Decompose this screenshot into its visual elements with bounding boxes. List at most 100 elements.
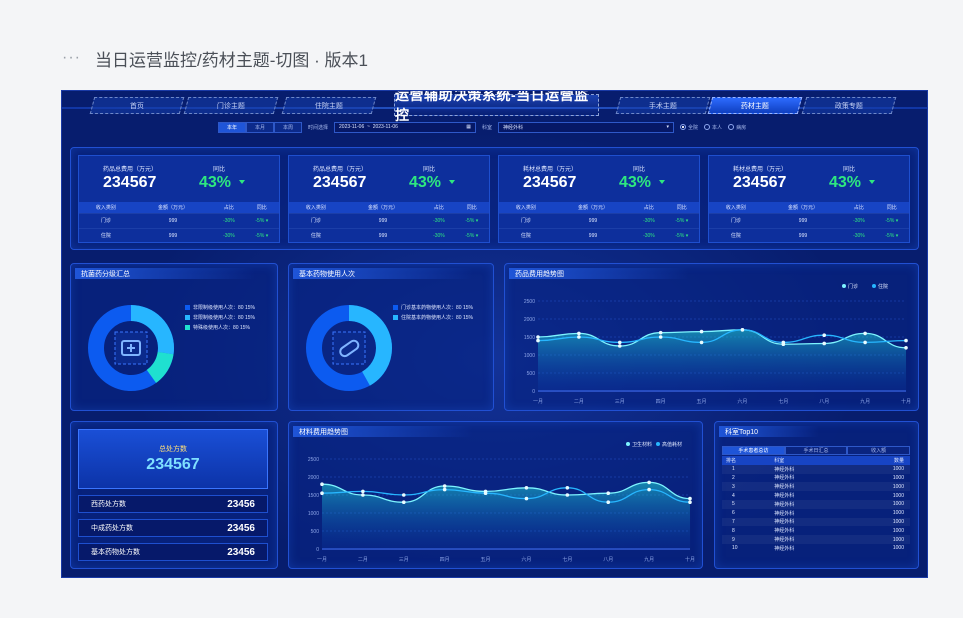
data-point [822, 333, 827, 337]
material-trend-title: 材料费用趋势图 [293, 426, 473, 437]
card-table: 收入类别 金额（万元） 占比 同比 门诊 999 -30% -5% ▾ 住院 999 … [709, 202, 909, 243]
legend-label: 高值耗材 [662, 441, 682, 448]
card-value: 234567 [733, 174, 787, 191]
down-arrow-icon: ▾ [685, 217, 689, 224]
table-row: 门诊 999 -30% -5% ▾ [709, 212, 909, 228]
table-header: 排名 科室 数量 [722, 456, 910, 465]
nav-tab-drugs[interactable]: 药材主题 [707, 97, 803, 114]
data-point [577, 335, 581, 339]
data-point [658, 335, 663, 339]
stat-card: 药品总费用（万元） 同比 234567 43% 收入类别 金额（万元） 占比 同比 门… [78, 155, 280, 243]
data-point [536, 335, 540, 339]
dept-select[interactable]: 神经外科 ▾ [498, 121, 675, 133]
down-arrow-icon [869, 180, 875, 184]
y-tick-label: 0 [316, 547, 319, 553]
card-yoy-label: 同比 [843, 167, 856, 173]
data-point [863, 331, 867, 336]
table-row: 住院 999 -30% -5% ▾ [79, 227, 279, 243]
nav-tab-inpatient[interactable]: 住院主题 [281, 97, 377, 114]
page-title: 当日运营监控/药材主题-切图 · 版本1 [94, 50, 368, 70]
date-range-picker[interactable]: 2023-11-06 ~ 2023-11-06 ▦ [334, 121, 477, 133]
stat-card: 药品总费用（万元） 同比 234567 43% 收入类别 金额（万元） 占比 同比 门… [288, 155, 490, 243]
period-tab-month[interactable]: 本月 [246, 121, 274, 133]
data-point [617, 340, 622, 345]
legend-dot [656, 442, 660, 446]
down-arrow-icon: ▾ [265, 217, 269, 224]
table-row: 2 神经外科 1000 [732, 474, 904, 482]
legend-item: 门诊基本药物使用人次：80 15% [393, 304, 473, 311]
table-header: 收入类别 金额（万元） 占比 同比 [499, 202, 699, 213]
radio-all[interactable]: 全院 [680, 124, 698, 131]
table-row: 9 神经外科 1000 [722, 535, 910, 544]
x-tick-label: 八月 [603, 557, 613, 563]
card-table: 收入类别 金额（万元） 占比 同比 门诊 999 -30% -5% ▾ 住院 999 … [289, 202, 489, 243]
x-tick-label: 四月 [656, 399, 666, 405]
nav-tab-outpatient[interactable]: 门诊主题 [183, 97, 279, 114]
data-point [699, 340, 704, 345]
y-tick-label: 500 [527, 371, 536, 377]
top10-tab[interactable]: 收入额 [847, 446, 911, 455]
stat-card: 耗材总费用（万元） 同比 234567 43% 收入类别 金额（万元） 占比 同比 门… [498, 155, 700, 243]
data-point [822, 341, 827, 346]
x-tick-label: 三月 [399, 557, 409, 563]
summary-row: 基本药物处方数 23456 [78, 543, 268, 561]
basic-drug-panel: 基本药物使用人次 门诊基本药物使用人次：80 15% 住院基本药物使用人次：80… [288, 263, 494, 411]
y-tick-label: 500 [311, 529, 320, 535]
table-row: 门诊 999 -30% -5% ▾ [289, 212, 489, 228]
data-point [577, 331, 581, 336]
x-tick-label: 二月 [574, 399, 584, 405]
legend-item: 非限制级使用人次：80 15% [185, 314, 255, 321]
data-point [361, 489, 365, 494]
data-point [688, 500, 692, 504]
down-arrow-icon [449, 180, 455, 184]
y-tick-label: 2500 [308, 457, 319, 463]
data-point [565, 486, 570, 490]
data-point [401, 500, 406, 504]
table-row: 5 神经外科 1000 [722, 499, 910, 509]
nav-tab-surgery[interactable]: 手术主题 [615, 97, 711, 114]
legend-dot [842, 284, 846, 288]
top10-tab[interactable]: 手术日汇总 [784, 446, 848, 455]
nav-tab-home[interactable]: 首页 [89, 97, 185, 114]
calendar-icon: ▦ [466, 124, 472, 130]
down-arrow-icon: ▾ [265, 232, 269, 239]
table-header: 收入类别 金额（万元） 占比 同比 [79, 202, 279, 213]
legend-item: 非限制级使用人次：80 15% [185, 304, 255, 311]
drug-trend-title: 药品费用趋势图 [509, 268, 689, 279]
data-point [524, 486, 529, 490]
data-point [658, 330, 663, 335]
radio-ward[interactable]: 病房 [728, 124, 746, 131]
radio-dot-icon [728, 124, 735, 130]
x-tick-label: 十月 [685, 556, 695, 563]
nav-tab-policy[interactable]: 政策专题 [801, 97, 897, 114]
y-tick-label: 1000 [524, 353, 535, 359]
more-icon[interactable]: ··· [62, 49, 81, 67]
summary-row: 中成药处方数 23456 [78, 519, 268, 537]
down-arrow-icon [659, 180, 665, 184]
top10-tab[interactable]: 手术患者总访 [722, 446, 785, 455]
radio-dot-icon [704, 124, 711, 130]
card-yoy: 43% [199, 174, 232, 191]
table-row: 10 神经外科 1000 [732, 545, 904, 552]
x-tick-label: 七月 [778, 398, 788, 405]
period-tabs: 本年 本月 本周 [218, 121, 302, 133]
date-label: 时间选择 [308, 124, 329, 131]
period-tab-year[interactable]: 本年 [218, 121, 246, 133]
dept-label: 科室 [482, 124, 493, 131]
card-value: 234567 [313, 174, 367, 191]
top10-table: 排名 科室 数量 1 神经外科 1000 2 神经外科 1000 3 神经外科 … [722, 456, 910, 553]
page-header: ··· 当日运营监控/药材主题-切图 · 版本1 [62, 46, 368, 70]
period-tab-week[interactable]: 本周 [274, 121, 302, 133]
x-tick-label: 十月 [901, 398, 911, 405]
table-row: 住院 999 -30% -5% ▾ [709, 227, 909, 243]
stat-card: 耗材总费用（万元） 同比 234567 43% 收入类别 金额（万元） 占比 同比 门… [708, 155, 910, 243]
data-point [606, 500, 611, 504]
basic-drug-title: 基本药物使用人次 [293, 268, 473, 279]
radio-self[interactable]: 本人 [704, 124, 722, 131]
data-point [904, 338, 908, 343]
card-table: 收入类别 金额（万元） 占比 同比 门诊 999 -30% -5% ▾ 住院 999 … [79, 202, 279, 243]
card-yoy-label: 同比 [633, 167, 646, 173]
table-row: 6 神经外科 1000 [732, 510, 904, 517]
y-tick-label: 2000 [308, 475, 319, 481]
x-tick-label: 五月 [481, 557, 491, 563]
